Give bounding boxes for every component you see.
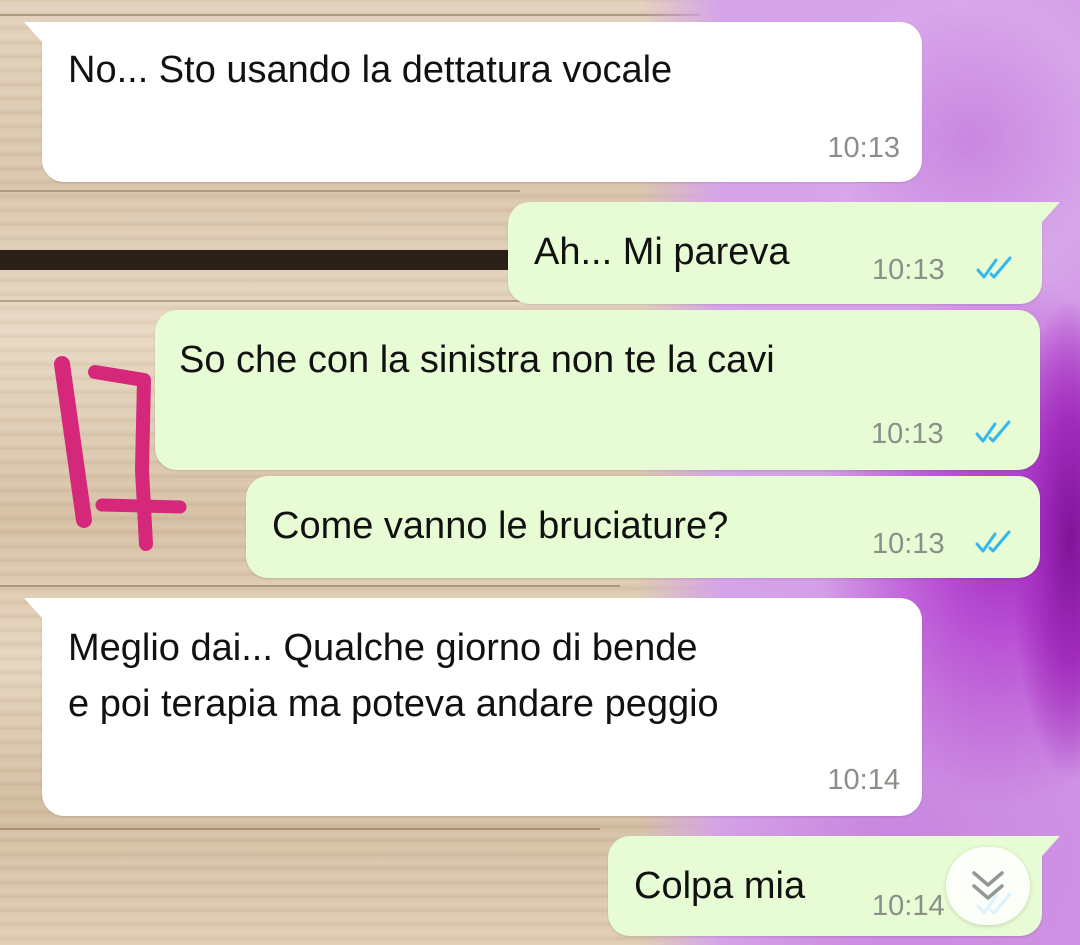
wood-plank-gap [0, 250, 560, 270]
message-text: Colpa mia [634, 865, 806, 907]
scroll-to-bottom-button[interactable] [946, 847, 1030, 925]
message-time: 10:13 [872, 254, 945, 286]
wood-grain [0, 190, 520, 192]
double-check-icon [976, 256, 1012, 279]
message-text: Ah... Mi pareva [534, 231, 790, 273]
outgoing-message-bubble[interactable]: Ah... Mi pareva 10:13 [508, 202, 1060, 304]
incoming-message-bubble[interactable]: Meglio dai... Qualche giorno di bende e … [24, 598, 922, 816]
message-time: 10:14 [827, 764, 900, 796]
double-chevron-down-icon [972, 871, 1004, 900]
message-time: 10:13 [827, 132, 900, 164]
message-time: 10:14 [872, 890, 945, 922]
message-text-line: Meglio dai... Qualche giorno di bende [68, 627, 698, 669]
wood-grain [0, 828, 600, 830]
incoming-message-bubble[interactable]: No... Sto usando la dettatura vocale 10:… [24, 22, 922, 182]
double-check-icon [975, 530, 1011, 553]
message-text: No... Sto usando la dettatura vocale [68, 49, 673, 91]
message-text: Come vanno le bruciature? [272, 505, 729, 547]
double-check-icon [975, 420, 1011, 443]
outgoing-message-bubble[interactable]: So che con la sinistra non te la cavi 10… [155, 310, 1040, 470]
message-text: So che con la sinistra non te la cavi [179, 339, 775, 381]
wood-grain [0, 585, 620, 587]
message-time: 10:13 [872, 528, 945, 560]
message-text-line: e poi terapia ma poteva andare peggio [68, 683, 719, 725]
outgoing-message-bubble[interactable]: Come vanno le bruciature? 10:13 [246, 476, 1040, 578]
wood-grain [0, 14, 700, 16]
message-time: 10:13 [871, 418, 944, 450]
wood-grain [0, 300, 520, 302]
